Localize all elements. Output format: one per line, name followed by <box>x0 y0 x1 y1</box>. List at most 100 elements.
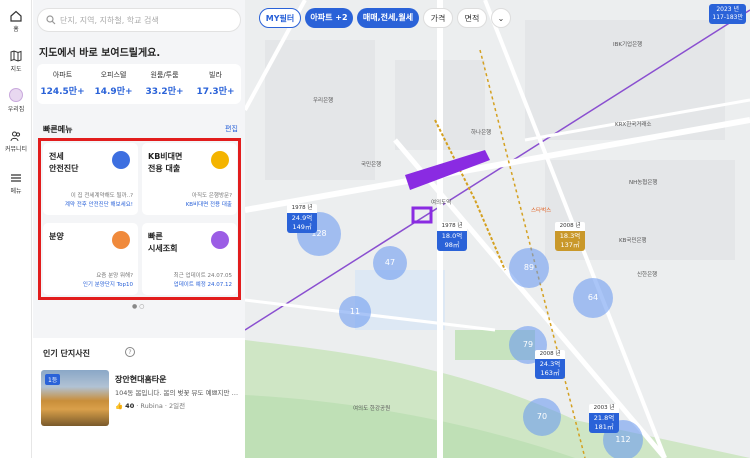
popular-photos: 인기 단지사진 ? 1등 장안현대홈타운 104동 봄입니다. 봄의 벚꽃 뷰도… <box>33 338 245 458</box>
map-cluster[interactable]: 11 <box>339 296 371 328</box>
card-title: KB비대면 전용 대출 <box>148 152 183 173</box>
community-icon <box>10 131 21 142</box>
card-link: 인기 분양단지 Top10 <box>82 282 133 288</box>
map-cluster[interactable]: 64 <box>573 278 613 318</box>
rank-badge: 1등 <box>45 374 61 385</box>
map-label: KB국민은행 <box>619 238 647 244</box>
price-label: 빌라 <box>209 71 222 79</box>
thumb-up-icon: 👍 <box>115 402 124 410</box>
menu-icon <box>11 174 21 182</box>
my-filter-chip[interactable]: MY필터 <box>259 8 301 28</box>
map-label: NH농협은행 <box>629 180 658 186</box>
search-input[interactable]: 단지, 지역, 지하철, 학교 검색 <box>37 8 241 32</box>
corner-pin[interactable]: 2023 년 117-183만 <box>709 4 746 24</box>
map-label: 여의도역 <box>431 200 452 206</box>
deal-type-filter-chip[interactable]: 매매,전세,월세 <box>357 8 419 28</box>
rail-myhome-label: 우리집 <box>7 106 25 113</box>
rail-home-label: 홈 <box>13 26 19 33</box>
map-cluster[interactable]: 70 <box>523 398 561 436</box>
pin-price: 18.3억 <box>559 232 581 240</box>
popular-complex-name[interactable]: 장안현대홈타운 <box>115 374 167 385</box>
pin-area: 98㎡ <box>444 241 460 249</box>
price-pin[interactable]: 2008 년 24.3억 163㎡ <box>535 350 565 379</box>
price-summary: 아파트 124.5만+ 오피스텔 14.9만+ 원룸/투룸 33.2만+ 빌라 … <box>37 64 241 104</box>
corner-price: 117-183만 <box>712 14 743 21</box>
price-label: 아파트 <box>52 71 73 79</box>
rail-menu-label: 메뉴 <box>10 188 22 195</box>
price-label: 오피스텔 <box>100 71 127 79</box>
pin-area: 137㎡ <box>560 241 580 249</box>
price-value: 124.5만+ <box>40 87 85 97</box>
pin-year: 2003 년 <box>589 404 619 413</box>
price-oneroom[interactable]: 원룸/투룸 33.2만+ <box>139 70 190 97</box>
house-shield-icon <box>112 151 130 169</box>
price-value: 14.9만+ <box>94 87 133 97</box>
price-pin[interactable]: 2003 년 21.8억 181㎡ <box>589 404 619 433</box>
popular-meta: 👍 40 · Rubina · 2일전 <box>115 400 185 410</box>
price-pin[interactable]: 1978 년 18.0억 98㎡ <box>437 222 467 251</box>
pin-year: 1978 년 <box>287 204 317 213</box>
section-title: 지도에서 바로 보여드릴게요. <box>39 48 161 59</box>
search-icon <box>46 15 56 25</box>
map-label: 여의도 한강공원 <box>353 406 391 412</box>
card-quick-price[interactable]: 빠른 시세조회 최근 업데이트 24.07.05 업데이트 예정 24.07.1… <box>142 223 237 295</box>
price-villa[interactable]: 빌라 17.3만+ <box>190 70 241 97</box>
pin-price: 18.0억 <box>441 232 463 240</box>
pin-price: 24.9억 <box>291 214 313 222</box>
avatar-icon <box>9 88 23 102</box>
calendar-icon <box>211 231 229 249</box>
card-link: 계약 전후 안전진단 해보세요! <box>64 202 133 208</box>
map-view[interactable]: MY필터 아파트 +2 매매,전세,월세 가격 면적 ⌄ 2023 년 117-… <box>245 0 750 458</box>
like-count: 40 <box>125 402 135 410</box>
coin-icon <box>211 151 229 169</box>
rail-map-label: 지도 <box>10 66 22 73</box>
map-label: IBK기업은행 <box>613 42 643 48</box>
carousel-dots[interactable]: ● ○ <box>132 303 144 310</box>
rail-community[interactable]: 커뮤니티 <box>0 130 32 153</box>
rail-map[interactable]: 지도 <box>0 50 32 73</box>
card-title: 분양 <box>49 232 64 241</box>
price-filter-chip[interactable]: 가격 <box>423 8 453 28</box>
card-jeonse-check[interactable]: 전세 안전진단 이 집 전세계약해도 될까..? 계약 전후 안전진단 해보세요… <box>43 143 138 215</box>
corner-year: 2023 년 <box>716 6 740 13</box>
map-icon <box>10 50 22 62</box>
pin-area: 149㎡ <box>292 223 312 231</box>
popular-description: 104동 봄입니다. 봄의 벚꽃 뷰도 예쁘지만 가... <box>115 389 243 397</box>
search-placeholder: 단지, 지역, 지하철, 학교 검색 <box>60 16 159 25</box>
home-icon <box>10 10 22 22</box>
price-apartment[interactable]: 아파트 124.5만+ <box>37 70 88 97</box>
card-presale[interactable]: 분양 요즘 분양 뭐해? 인기 분양단지 Top10 <box>43 223 138 295</box>
rail-home[interactable]: 홈 <box>0 10 32 33</box>
price-value: 17.3만+ <box>196 87 235 97</box>
apartment-filter-chip[interactable]: 아파트 +2 <box>305 8 353 28</box>
price-officetel[interactable]: 오피스텔 14.9만+ <box>88 70 139 97</box>
author-time: · Rubina · 2일전 <box>136 402 186 410</box>
rail-community-label: 커뮤니티 <box>4 146 28 153</box>
card-kb-loan[interactable]: KB비대면 전용 대출 아직도 은행방문? KB비대면 전용 대출 <box>142 143 237 215</box>
pin-year: 2008 년 <box>535 350 565 359</box>
map-cluster[interactable]: 47 <box>373 246 407 280</box>
map-label: 스타벅스 <box>531 208 552 214</box>
rail-myhome[interactable]: 우리집 <box>0 88 32 113</box>
pin-year: 1978 년 <box>437 222 467 231</box>
card-title: 빠른 시세조회 <box>148 232 178 253</box>
card-title: 전세 안전진단 <box>49 152 79 173</box>
pin-price: 24.3억 <box>539 360 561 368</box>
map-label: 우리은행 <box>313 98 334 104</box>
rail-menu[interactable]: 메뉴 <box>0 172 32 195</box>
card-subtitle: 최근 업데이트 24.07.05 <box>173 273 232 279</box>
price-pin[interactable]: 1978 년 24.9억 149㎡ <box>287 204 317 233</box>
price-pin[interactable]: 2008 년 18.3억 137㎡ <box>555 222 585 251</box>
quick-menu-title: 빠른메뉴 <box>43 125 73 134</box>
quick-menu-edit-button[interactable]: 편집 <box>225 124 238 134</box>
pin-year: 2008 년 <box>555 222 585 231</box>
price-value: 33.2만+ <box>145 87 184 97</box>
popular-thumbnail[interactable]: 1등 <box>41 370 109 426</box>
card-subtitle: 아직도 은행방문? <box>191 193 232 199</box>
card-subtitle: 요즘 분양 뭐해? <box>96 273 133 279</box>
chevron-down-icon[interactable]: ⌄ <box>491 8 511 28</box>
card-link: KB비대면 전용 대출 <box>185 202 232 208</box>
area-filter-chip[interactable]: 면적 <box>457 8 487 28</box>
map-cluster[interactable]: 89 <box>509 248 549 288</box>
help-icon[interactable]: ? <box>125 347 135 357</box>
